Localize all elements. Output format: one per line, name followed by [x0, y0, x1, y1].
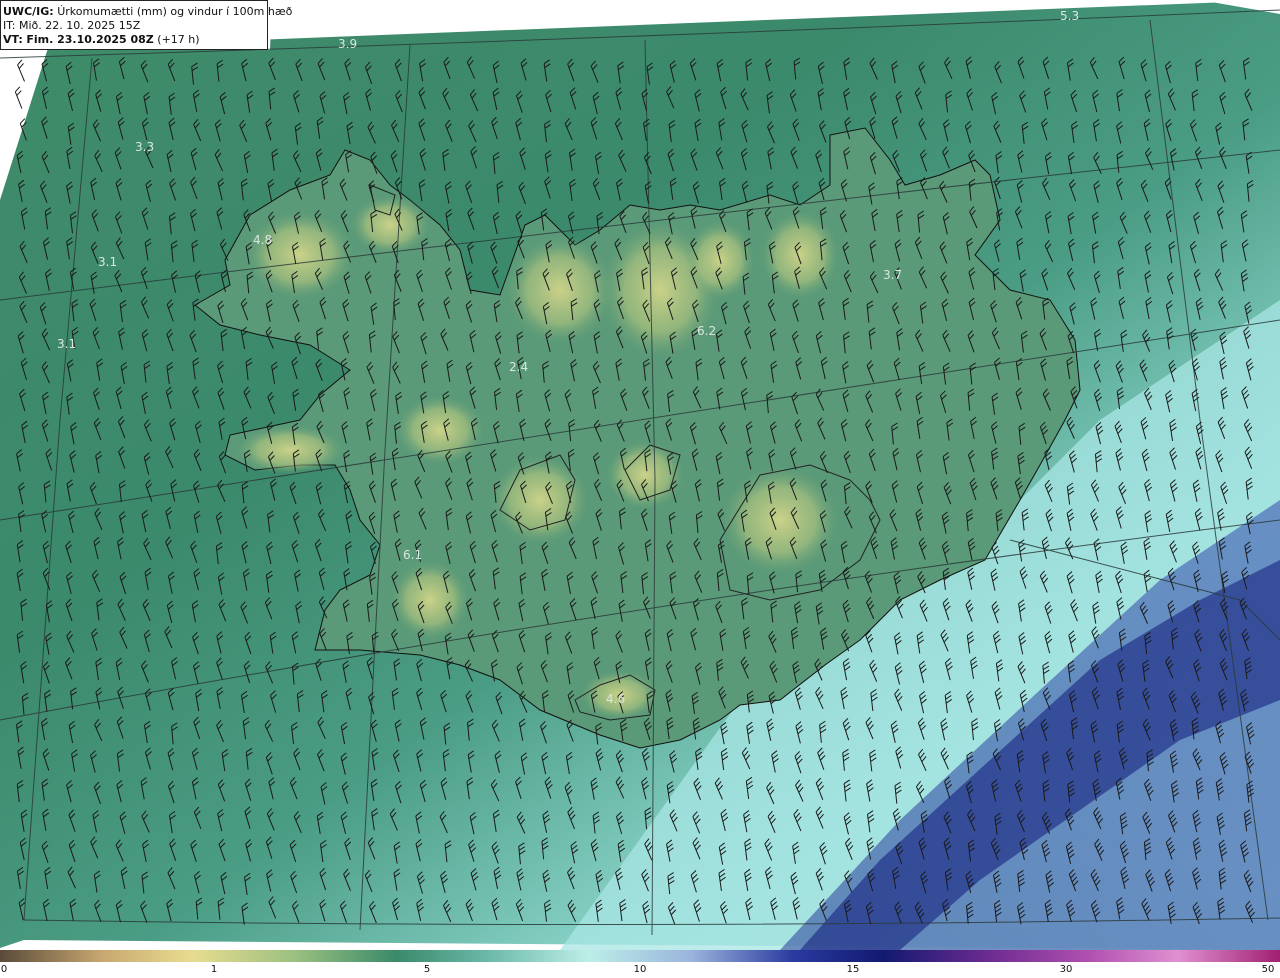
map-label: 3.1 [57, 337, 76, 351]
colorbar-strip [0, 950, 1280, 962]
map-label: 4.6 [606, 692, 625, 706]
colorbar: 0 1 5 10 15 30 50 [0, 950, 1280, 978]
map-label: 6.1 [403, 548, 422, 562]
map-label: 2.4 [509, 360, 528, 374]
map-label: 3.1 [98, 255, 117, 269]
map-label: 6.2 [697, 324, 716, 338]
colorbar-tick: 15 [846, 964, 860, 975]
map-label: 5.3 [1060, 9, 1079, 23]
title-line: UWC/IG: Úrkomumætti (mm) og vindur í 100… [3, 5, 292, 19]
map-label: 3.9 [338, 37, 357, 51]
map-label: 4.8 [253, 233, 272, 247]
colorbar-tick: 10 [633, 964, 647, 975]
issue-time: IT: Mið. 22. 10. 2025 15Z [3, 19, 141, 32]
colorbar-tick: 0 [0, 964, 8, 975]
map-title: Úrkomumætti (mm) og vindur í 100m hæð [57, 5, 293, 18]
colorbar-tick: 50 [1261, 964, 1275, 975]
map-label: 3.7 [883, 268, 902, 282]
colorbar-tick: 30 [1059, 964, 1073, 975]
model-name: UWC/IG: [3, 5, 54, 18]
lead-time: (+17 h) [157, 33, 200, 46]
valid-label: VT: [3, 33, 23, 46]
colorbar-tick: 5 [423, 964, 431, 975]
map-label: 3.3 [135, 140, 154, 154]
colorbar-tick: 1 [210, 964, 218, 975]
map-info-box: UWC/IG: Úrkomumætti (mm) og vindur í 100… [0, 0, 292, 50]
valid-time: Fim. 23.10.2025 08Z [26, 33, 154, 46]
precipitation-wind-map: 3.9 5.3 3.3 4.8 3.1 3.1 3.7 6.2 2.4 6.1 … [0, 0, 1280, 950]
valid-time-line: VT: Fim. 23.10.2025 08Z (+17 h) [3, 33, 267, 47]
